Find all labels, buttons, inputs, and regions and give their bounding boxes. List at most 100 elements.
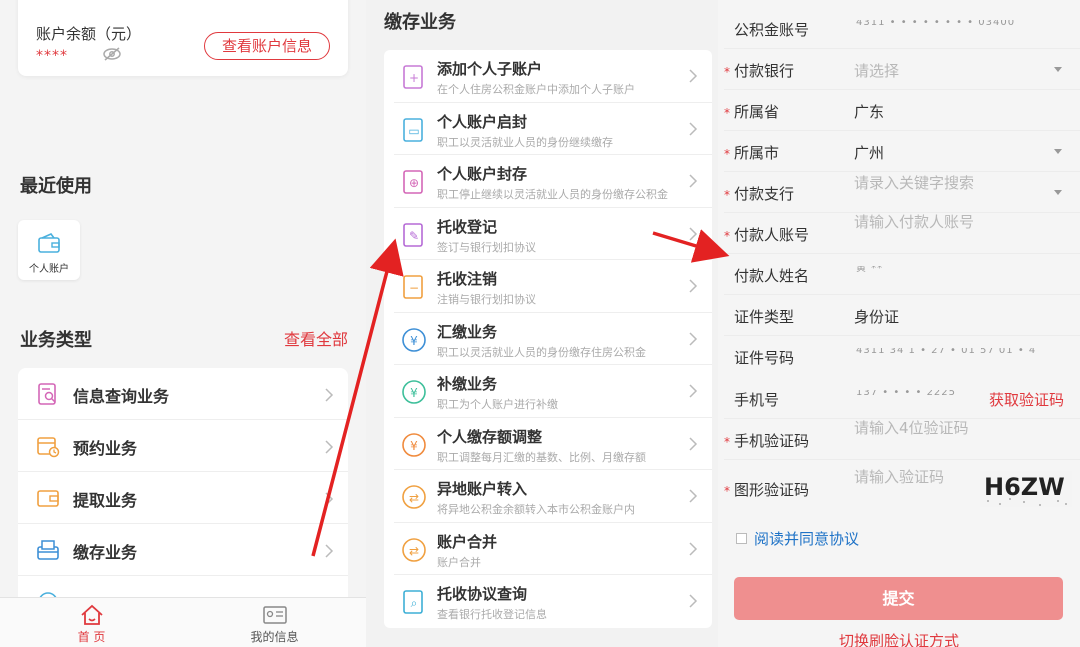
deposit-item-2[interactable]: ▭ 个人账户启封 职工以灵活就业人员的身份继续缴存: [384, 103, 712, 155]
deposit-item-desc: 将异地公积金余额转入本市公积金账户内: [437, 503, 635, 516]
required-mark: *: [724, 484, 730, 498]
biz-types-title: 业务类型: [20, 330, 92, 351]
field-payment-branch[interactable]: * 付款支行 请录入关键字搜索: [724, 172, 1080, 213]
field-id-number: 证件号码 4311 34 1 • 27 • 01 57 01 • 4: [724, 336, 1080, 377]
id-card-icon: [263, 606, 287, 624]
svg-text:¥: ¥: [410, 334, 418, 348]
deposit-item-title: 汇缴业务: [437, 322, 498, 341]
deposit-item-11[interactable]: ⌕ 托收协议查询 查看银行托收登记信息: [384, 575, 712, 628]
switch-face-auth-link[interactable]: 切换刷脸认证方式: [718, 630, 1080, 647]
deposit-item-desc: 账户合并: [437, 555, 481, 569]
field-fund-account: 公积金账号 4311 • • • • • • • • 03400: [724, 8, 1080, 49]
deposit-item-desc: 签订与银行划扣协议: [437, 240, 536, 254]
field-label: 付款银行: [734, 62, 795, 80]
svg-text:▭: ▭: [408, 124, 419, 138]
balance-card: 账户余额（元） **** 查看账户信息: [18, 0, 348, 76]
chevron-right-icon: [689, 279, 698, 293]
view-all-link[interactable]: 查看全部: [284, 326, 348, 350]
deposit-item-3[interactable]: ⊕ 个人账户封存 职工停止继续以灵活就业人员的身份缴存公积金: [384, 155, 712, 208]
chevron-right-icon: [325, 388, 334, 402]
city-select[interactable]: 广州: [854, 142, 884, 163]
add-user-icon: +: [403, 65, 423, 89]
cancel-document-icon: −: [403, 275, 423, 299]
view-account-info-button[interactable]: 查看账户信息: [204, 32, 330, 60]
chevron-right-icon: [689, 174, 698, 188]
agreement-link[interactable]: 阅读并同意协议: [754, 528, 859, 549]
inbox-deposit-icon: [37, 540, 59, 560]
chevron-right-icon: [689, 541, 698, 556]
field-sms-code[interactable]: * 手机验证码 请输入4位验证码: [724, 419, 1080, 460]
field-label: 证件类型: [734, 308, 795, 326]
field-label: 手机验证码: [734, 432, 810, 450]
deposit-item-title: 个人账户封存: [437, 165, 528, 183]
biz-item-label: 信息查询业务: [73, 387, 170, 406]
biz-item-appointment[interactable]: 预约业务: [18, 420, 348, 472]
deposit-item-title: 异地账户转入: [437, 480, 528, 498]
svg-text:¥: ¥: [410, 386, 418, 400]
biz-item-deposit[interactable]: 缴存业务: [18, 524, 348, 576]
deposit-item-desc: 在个人住房公积金账户中添加个人子账户: [437, 83, 635, 96]
biz-types-list: 信息查询业务 预约业务 提取业务 缴存业务: [18, 368, 348, 608]
svg-text:✎: ✎: [409, 229, 419, 243]
tab-label: 首 页: [77, 630, 106, 644]
deposit-item-6[interactable]: ¥ 汇缴业务 职工以灵活就业人员的身份缴存住房公积金: [384, 313, 712, 365]
field-payer-account[interactable]: * 付款人账号 请输入付款人账号: [724, 213, 1080, 254]
payer-account-input[interactable]: 请输入付款人账号: [854, 211, 974, 232]
dropdown-arrow-icon: [1054, 149, 1062, 154]
deposit-item-10[interactable]: ⇄ 账户合并 账户合并: [384, 523, 712, 575]
deposit-panel: 缴存业务 + 添加个人子账户 在个人住房公积金账户中添加个人子账户 ▭ 个人账户启封 职工…: [366, 0, 718, 647]
deposit-item-7[interactable]: ¥ 补缴业务 职工为个人账户进行补缴: [384, 365, 712, 418]
recent-item-personal-account[interactable]: 个人账户: [18, 220, 80, 280]
field-label: 图形验证码: [734, 481, 810, 499]
home-panel: 账户余额（元） **** 查看账户信息 最近使用 个人账户 业务类型 查看全部 …: [0, 0, 366, 647]
captcha-text: H6ZW: [984, 473, 1065, 501]
yen-plus-icon: ¥: [402, 380, 426, 404]
field-value-blurred: 4311 • • • • • • • • 03400: [856, 20, 1016, 26]
wallet-withdraw-icon: [37, 490, 59, 507]
deposit-item-9[interactable]: ⇄ 异地账户转入 将异地公积金余额转入本市公积金账户内: [384, 470, 712, 523]
page-title: 缴存业务: [384, 12, 456, 33]
field-label: 付款人姓名: [734, 267, 810, 285]
agreement-checkbox[interactable]: [736, 533, 747, 544]
document-search-icon: [38, 383, 56, 405]
submit-button[interactable]: 提交: [734, 577, 1063, 620]
field-id-type: 证件类型 身份证: [724, 295, 1080, 336]
biz-item-info-query[interactable]: 信息查询业务: [18, 368, 348, 420]
field-city[interactable]: * 所属市 广州: [724, 131, 1080, 172]
branch-search-input[interactable]: 请录入关键字搜索: [854, 172, 974, 193]
required-mark: *: [724, 435, 730, 449]
field-label: 付款支行: [734, 185, 795, 203]
deposit-item-4[interactable]: ✎ 托收登记 签订与银行划扣协议: [384, 208, 712, 260]
payment-bank-select[interactable]: 请选择: [854, 60, 899, 81]
captcha-image[interactable]: H6ZW: [980, 471, 1072, 507]
field-label: 手机号: [734, 391, 780, 409]
tab-my-info[interactable]: 我的信息: [183, 598, 366, 647]
deposit-item-title: 托收协议查询: [437, 585, 528, 603]
deposit-item-title: 个人缴存额调整: [437, 427, 543, 446]
sms-code-input[interactable]: 请输入4位验证码: [854, 417, 969, 438]
deposit-item-1[interactable]: + 添加个人子账户 在个人住房公积金账户中添加个人子账户: [384, 50, 712, 103]
home-icon: [81, 604, 103, 625]
edit-document-icon: ✎: [403, 222, 423, 247]
svg-text:⊕: ⊕: [409, 176, 419, 190]
eye-off-icon[interactable]: [102, 46, 122, 62]
deposit-item-5[interactable]: − 托收注销 注销与银行划扣协议: [384, 260, 712, 313]
chevron-right-icon: [689, 594, 698, 608]
get-code-button[interactable]: 获取验证码: [989, 389, 1064, 410]
biz-item-label: 提取业务: [73, 491, 138, 510]
chevron-right-icon: [689, 226, 698, 241]
deposit-item-8[interactable]: ¥ 个人缴存额调整 职工调整每月汇缴的基数、比例、月缴存额: [384, 418, 712, 470]
tab-home[interactable]: 首 页: [0, 598, 183, 647]
field-payment-bank[interactable]: * 付款银行 请选择: [724, 49, 1080, 90]
deposit-list: + 添加个人子账户 在个人住房公积金账户中添加个人子账户 ▭ 个人账户启封 职工以灵活就业…: [384, 50, 712, 628]
chevron-right-icon: [689, 436, 698, 451]
field-label: 所属市: [734, 144, 780, 162]
field-captcha[interactable]: * 图形验证码 请输入验证码 H6ZW: [724, 468, 1080, 509]
biz-item-withdraw[interactable]: 提取业务: [18, 472, 348, 524]
chevron-right-icon: [325, 544, 334, 558]
recent-title: 最近使用: [20, 176, 92, 197]
captcha-input[interactable]: 请输入验证码: [854, 466, 944, 487]
yen-coin-icon: ¥: [402, 327, 426, 352]
field-label: 所属省: [734, 103, 780, 121]
tab-label: 我的信息: [250, 630, 299, 644]
